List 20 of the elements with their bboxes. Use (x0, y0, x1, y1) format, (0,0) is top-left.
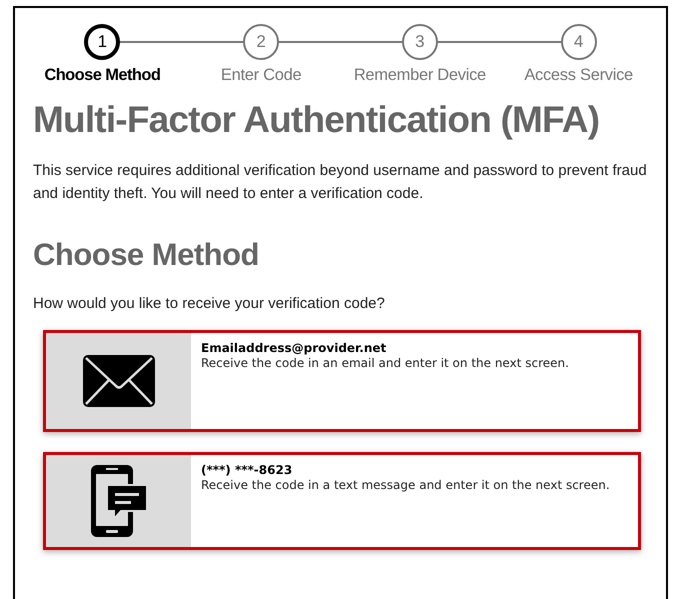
step-label: Choose Method (44, 66, 160, 85)
step-circle: 1 (84, 24, 120, 60)
question-text: How would you like to receive your verification code? (33, 295, 386, 312)
contact-text: Emailaddress@provider.net (201, 341, 388, 355)
step-circle: 3 (402, 24, 438, 60)
step-label: Remember Device (354, 66, 486, 85)
step-label: Access Service (524, 66, 633, 85)
section-title: Choose Method (33, 237, 260, 273)
step-circle: 4 (560, 24, 597, 60)
method-option[interactable]: (***) ***-8623 Receive the code in a text message and enter it on the next screen. (43, 452, 641, 550)
intro-text: This service requires additional verification beyond username and password to prevent fraud and identity theft. You will need to enter a verification code. (33, 161, 648, 204)
step-circle: 2 (243, 24, 280, 60)
envelope-icon (82, 355, 154, 407)
page-title: Multi-Factor Authentication (MFA) (33, 99, 600, 141)
contact-text: (***) ***-8623 (201, 463, 294, 477)
method-option[interactable]: Emailaddress@provider.net Receive the code in an email and enter it on the next screen. (43, 330, 641, 432)
method-description: Receive the code in an email and enter it on the next screen. (201, 356, 569, 370)
method-description: Receive the code in a text message and enter it on the next screen. (201, 478, 610, 492)
step-label: Enter Code (220, 66, 302, 85)
phone-message-icon (88, 465, 148, 537)
